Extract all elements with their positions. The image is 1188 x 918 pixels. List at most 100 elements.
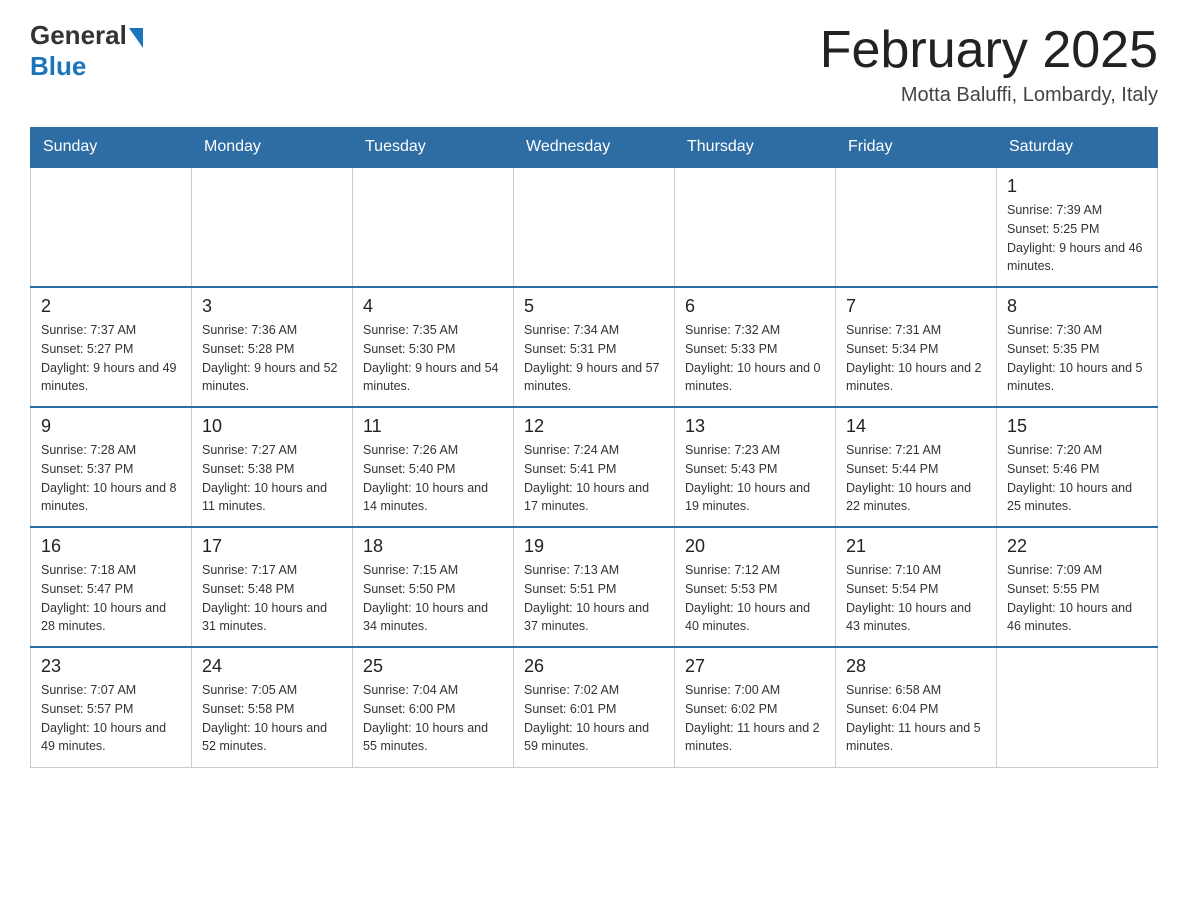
calendar-week-row: 16 Sunrise: 7:18 AMSunset: 5:47 PMDayligh… (31, 527, 1158, 647)
day-info: Sunrise: 7:07 AMSunset: 5:57 PMDaylight:… (41, 681, 181, 756)
table-row: 25Sunrise: 7:04 AMSunset: 6:00 PMDayligh… (353, 647, 514, 767)
logo: General Blue (30, 20, 143, 82)
table-row: 16 Sunrise: 7:18 AMSunset: 5:47 PMDayligh… (31, 527, 192, 647)
day-number: 26 (524, 656, 664, 677)
day-number: 22 (1007, 536, 1147, 557)
table-row: 6 Sunrise: 7:32 AMSunset: 5:33 PMDaylight… (675, 287, 836, 407)
table-row: 15 Sunrise: 7:20 AMSunset: 5:46 PMDayligh… (997, 407, 1158, 527)
day-info: Sunrise: 7:23 AMSunset: 5:43 PMDaylight:… (685, 441, 825, 516)
table-row: 23 Sunrise: 7:07 AMSunset: 5:57 PMDayligh… (31, 647, 192, 767)
table-row (836, 167, 997, 287)
calendar-header-row: Sunday Monday Tuesday Wednesday Thursday… (31, 128, 1158, 168)
table-row: 24 Sunrise: 7:05 AMSunset: 5:58 PMDayligh… (192, 647, 353, 767)
col-thursday: Thursday (675, 128, 836, 168)
day-info: Sunrise: 7:28 AMSunset: 5:37 PMDaylight:… (41, 441, 181, 516)
day-number: 2 (41, 296, 181, 317)
table-row: 7 Sunrise: 7:31 AMSunset: 5:34 PMDaylight… (836, 287, 997, 407)
day-number: 13 (685, 416, 825, 437)
day-number: 15 (1007, 416, 1147, 437)
day-info: Sunrise: 7:35 AMSunset: 5:30 PMDaylight:… (363, 321, 503, 396)
day-number: 19 (524, 536, 664, 557)
day-number: 5 (524, 296, 664, 317)
day-info: Sunrise: 7:00 AMSunset: 6:02 PMDaylight:… (685, 681, 825, 756)
title-section: February 2025 Motta Baluffi, Lombardy, I… (820, 20, 1158, 107)
table-row: 28 Sunrise: 6:58 AMSunset: 6:04 PMDayligh… (836, 647, 997, 767)
table-row: 18 Sunrise: 7:15 AMSunset: 5:50 PMDayligh… (353, 527, 514, 647)
day-number: 7 (846, 296, 986, 317)
day-info: Sunrise: 7:30 AMSunset: 5:35 PMDaylight:… (1007, 321, 1147, 396)
day-info: Sunrise: 7:17 AMSunset: 5:48 PMDaylight:… (202, 561, 342, 636)
logo-arrow-icon (129, 28, 143, 48)
day-info: Sunrise: 7:24 AMSunset: 5:41 PMDaylight:… (524, 441, 664, 516)
table-row: 22 Sunrise: 7:09 AMSunset: 5:55 PMDayligh… (997, 527, 1158, 647)
logo-blue-text: Blue (30, 51, 86, 82)
table-row (31, 167, 192, 287)
table-row: 10 Sunrise: 7:27 AMSunset: 5:38 PMDayligh… (192, 407, 353, 527)
logo-general-text: General (30, 20, 127, 51)
col-monday: Monday (192, 128, 353, 168)
col-saturday: Saturday (997, 128, 1158, 168)
calendar-subtitle: Motta Baluffi, Lombardy, Italy (820, 84, 1158, 107)
day-number: 9 (41, 416, 181, 437)
day-number: 4 (363, 296, 503, 317)
day-number: 18 (363, 536, 503, 557)
table-row (192, 167, 353, 287)
day-info: Sunrise: 7:15 AMSunset: 5:50 PMDaylight:… (363, 561, 503, 636)
day-info: Sunrise: 7:32 AMSunset: 5:33 PMDaylight:… (685, 321, 825, 396)
calendar-title: February 2025 (820, 20, 1158, 80)
calendar-table: Sunday Monday Tuesday Wednesday Thursday… (30, 127, 1158, 768)
col-wednesday: Wednesday (514, 128, 675, 168)
day-info: Sunrise: 7:36 AMSunset: 5:28 PMDaylight:… (202, 321, 342, 396)
table-row: 5 Sunrise: 7:34 AMSunset: 5:31 PMDaylight… (514, 287, 675, 407)
day-number: 16 (41, 536, 181, 557)
table-row: 11Sunrise: 7:26 AMSunset: 5:40 PMDayligh… (353, 407, 514, 527)
page-header: General Blue February 2025 Motta Baluffi… (30, 20, 1158, 107)
day-info: Sunrise: 7:31 AMSunset: 5:34 PMDaylight:… (846, 321, 986, 396)
table-row: 20 Sunrise: 7:12 AMSunset: 5:53 PMDayligh… (675, 527, 836, 647)
table-row: 12 Sunrise: 7:24 AMSunset: 5:41 PMDayligh… (514, 407, 675, 527)
table-row: 14 Sunrise: 7:21 AMSunset: 5:44 PMDayligh… (836, 407, 997, 527)
day-info: Sunrise: 7:20 AMSunset: 5:46 PMDaylight:… (1007, 441, 1147, 516)
table-row (997, 647, 1158, 767)
day-number: 12 (524, 416, 664, 437)
day-info: Sunrise: 7:10 AMSunset: 5:54 PMDaylight:… (846, 561, 986, 636)
table-row (675, 167, 836, 287)
day-number: 8 (1007, 296, 1147, 317)
day-info: Sunrise: 7:27 AMSunset: 5:38 PMDaylight:… (202, 441, 342, 516)
day-number: 17 (202, 536, 342, 557)
day-number: 14 (846, 416, 986, 437)
table-row: 27 Sunrise: 7:00 AMSunset: 6:02 PMDayligh… (675, 647, 836, 767)
day-info: Sunrise: 7:26 AMSunset: 5:40 PMDaylight:… (363, 441, 503, 516)
day-info: Sunrise: 7:05 AMSunset: 5:58 PMDaylight:… (202, 681, 342, 756)
table-row: 17 Sunrise: 7:17 AMSunset: 5:48 PMDayligh… (192, 527, 353, 647)
day-number: 21 (846, 536, 986, 557)
day-info: Sunrise: 7:37 AMSunset: 5:27 PMDaylight:… (41, 321, 181, 396)
logo-blue-section (127, 24, 143, 48)
table-row: 26 Sunrise: 7:02 AMSunset: 6:01 PMDayligh… (514, 647, 675, 767)
table-row (514, 167, 675, 287)
day-info: Sunrise: 7:39 AMSunset: 5:25 PMDaylight:… (1007, 201, 1147, 276)
col-sunday: Sunday (31, 128, 192, 168)
day-number: 20 (685, 536, 825, 557)
day-info: Sunrise: 7:02 AMSunset: 6:01 PMDaylight:… (524, 681, 664, 756)
day-info: Sunrise: 7:21 AMSunset: 5:44 PMDaylight:… (846, 441, 986, 516)
day-number: 28 (846, 656, 986, 677)
day-info: Sunrise: 6:58 AMSunset: 6:04 PMDaylight:… (846, 681, 986, 756)
day-info: Sunrise: 7:18 AMSunset: 5:47 PMDaylight:… (41, 561, 181, 636)
table-row: 21 Sunrise: 7:10 AMSunset: 5:54 PMDayligh… (836, 527, 997, 647)
day-info: Sunrise: 7:09 AMSunset: 5:55 PMDaylight:… (1007, 561, 1147, 636)
col-tuesday: Tuesday (353, 128, 514, 168)
calendar-week-row: 23 Sunrise: 7:07 AMSunset: 5:57 PMDayligh… (31, 647, 1158, 767)
day-info: Sunrise: 7:04 AMSunset: 6:00 PMDaylight:… (363, 681, 503, 756)
day-info: Sunrise: 7:34 AMSunset: 5:31 PMDaylight:… (524, 321, 664, 396)
calendar-week-row: 1Sunrise: 7:39 AMSunset: 5:25 PMDaylight… (31, 167, 1158, 287)
table-row: 4 Sunrise: 7:35 AMSunset: 5:30 PMDaylight… (353, 287, 514, 407)
day-number: 10 (202, 416, 342, 437)
calendar-week-row: 2 Sunrise: 7:37 AMSunset: 5:27 PMDaylight… (31, 287, 1158, 407)
day-number: 6 (685, 296, 825, 317)
day-info: Sunrise: 7:12 AMSunset: 5:53 PMDaylight:… (685, 561, 825, 636)
day-number: 24 (202, 656, 342, 677)
table-row: 3Sunrise: 7:36 AMSunset: 5:28 PMDaylight… (192, 287, 353, 407)
day-number: 27 (685, 656, 825, 677)
day-number: 23 (41, 656, 181, 677)
